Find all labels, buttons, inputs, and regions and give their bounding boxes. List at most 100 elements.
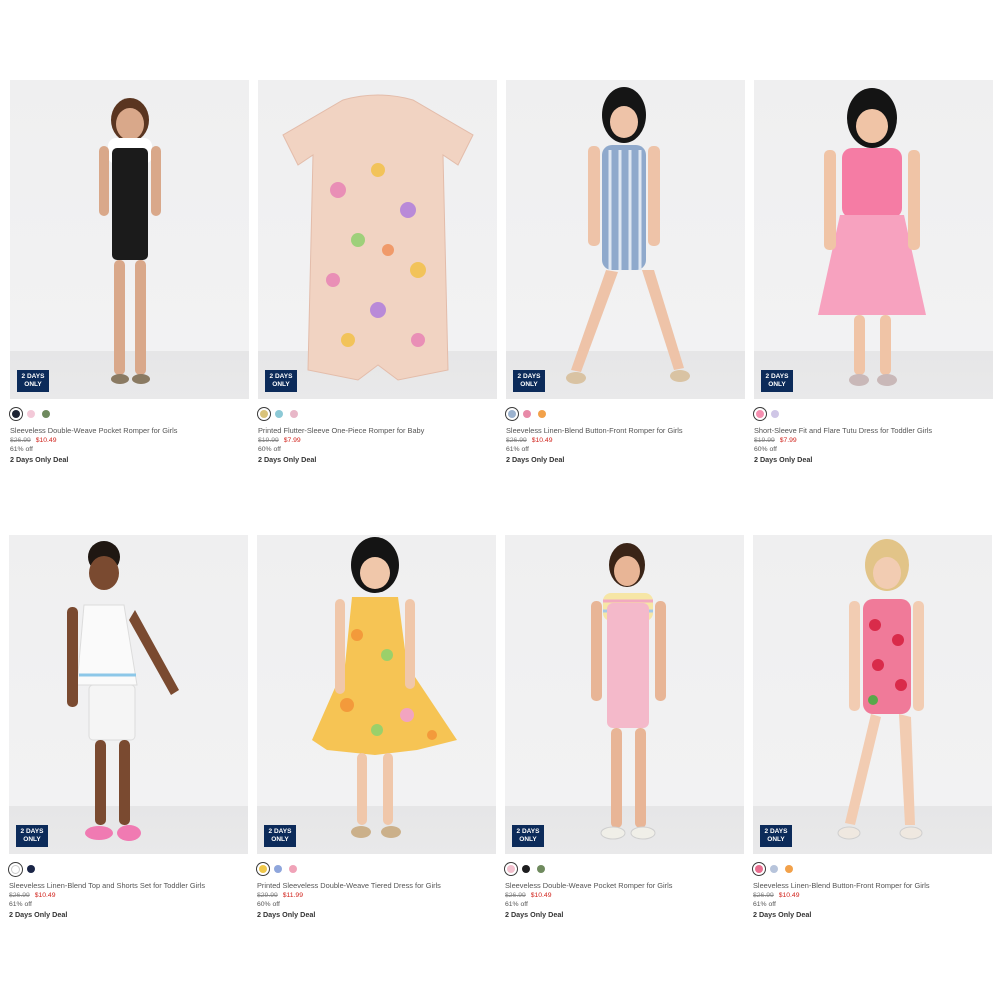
badge-line2: ONLY [519, 835, 537, 843]
color-swatch-cherry-pink[interactable] [755, 865, 763, 873]
two-days-only-badge: 2 DAYS ONLY [760, 825, 792, 847]
discount-text: 61% off [10, 446, 33, 453]
product-image[interactable]: 2 DAYS ONLY [9, 535, 248, 854]
product-name[interactable]: Sleeveless Linen-Blend Button-Front Romp… [506, 426, 745, 435]
discount-text: 60% off [754, 446, 777, 453]
color-swatch-floral-blue[interactable] [275, 410, 283, 418]
color-swatch-stripe-pink[interactable] [290, 410, 298, 418]
product-image[interactable]: 2 DAYS ONLY [754, 80, 993, 399]
sale-price: $10.49 [778, 892, 800, 899]
product-card[interactable]: 2 DAYS ONLY Short-Sleeve Fit and Flare T… [754, 80, 993, 464]
badge-line1: 2 DAYS [517, 373, 541, 380]
product-card[interactable]: 2 DAYS ONLY Printed Sleeveless Double-We… [257, 535, 496, 919]
discount-text: 61% off [505, 901, 528, 908]
deal-label: 2 Days Only Deal [9, 910, 68, 919]
badge-line1: 2 DAYS [516, 828, 540, 835]
badge-line2: ONLY [768, 380, 786, 388]
color-swatches [258, 407, 497, 421]
was-price: $26.99 [9, 892, 30, 899]
product-image[interactable]: 2 DAYS ONLY [257, 535, 496, 854]
discount-text: 61% off [506, 446, 529, 453]
color-swatch-navy[interactable] [12, 410, 20, 418]
color-swatches [9, 862, 248, 876]
product-name[interactable]: Sleeveless Linen-Blend Button-Front Romp… [753, 881, 992, 890]
color-swatch-blue-stripe[interactable] [770, 865, 778, 873]
product-card[interactable]: 2 DAYS ONLY Sleeveless Linen-Blend Butto… [506, 80, 745, 464]
two-days-only-badge: 2 DAYS ONLY [17, 370, 49, 392]
color-swatch-pink[interactable] [27, 410, 35, 418]
badge-line2: ONLY [272, 380, 290, 388]
badge-line2: ONLY [520, 380, 538, 388]
color-swatch-lavender[interactable] [771, 410, 779, 418]
child-in-cherry-print-romper-illustration [837, 539, 924, 840]
color-swatch-yellow-floral[interactable] [259, 865, 267, 873]
color-swatch-green[interactable] [537, 865, 545, 873]
color-swatch-orange-print[interactable] [538, 410, 546, 418]
badge-line2: ONLY [24, 380, 42, 388]
badge-line1: 2 DAYS [269, 373, 293, 380]
badge-line1: 2 DAYS [765, 373, 789, 380]
color-swatch-orange-print[interactable] [785, 865, 793, 873]
was-price: $26.99 [505, 892, 526, 899]
color-swatch-black[interactable] [522, 865, 530, 873]
product-name[interactable]: Printed Sleeveless Double-Weave Tiered D… [257, 881, 496, 890]
product-name[interactable]: Printed Flutter-Sleeve One-Piece Romper … [258, 426, 497, 435]
two-days-only-badge: 2 DAYS ONLY [265, 370, 297, 392]
product-name[interactable]: Sleeveless Double-Weave Pocket Romper fo… [505, 881, 744, 890]
color-swatch-white[interactable] [11, 864, 20, 874]
product-image[interactable]: 2 DAYS ONLY [506, 80, 745, 399]
two-days-only-badge: 2 DAYS ONLY [512, 825, 544, 847]
color-swatches [754, 407, 993, 421]
sale-price: $10.49 [531, 437, 553, 444]
badge-line2: ONLY [767, 835, 785, 843]
color-swatch-blue-stripe[interactable] [508, 410, 516, 418]
discount-text: 61% off [9, 901, 32, 908]
was-price: $29.99 [257, 892, 278, 899]
badge-line2: ONLY [271, 835, 289, 843]
floral-baby-romper-illustration [282, 94, 474, 381]
product-card[interactable]: 2 DAYS ONLY Sleeveless Double-Weave Pock… [505, 535, 744, 919]
color-swatches [10, 407, 249, 421]
product-name[interactable]: Sleeveless Linen-Blend Top and Shorts Se… [9, 881, 248, 890]
product-prices: $19.99 $7.99 [754, 437, 993, 444]
sale-price: $7.99 [283, 437, 301, 444]
color-swatch-pink-print[interactable] [523, 410, 531, 418]
color-swatches [753, 862, 992, 876]
product-card[interactable]: 2 DAYS ONLY Sleeveless Linen-Blend Butto… [753, 535, 992, 919]
product-prices: $29.99 $11.99 [257, 892, 496, 899]
product-prices: $19.99 $7.99 [258, 437, 497, 444]
child-in-black-romper-illustration [99, 98, 161, 384]
product-image[interactable]: 2 DAYS ONLY [10, 80, 249, 399]
product-prices: $26.99 $10.49 [10, 437, 249, 444]
was-price: $19.99 [754, 437, 775, 444]
two-days-only-badge: 2 DAYS ONLY [16, 825, 48, 847]
product-image[interactable]: 2 DAYS ONLY [258, 80, 497, 399]
sale-price: $11.99 [282, 892, 303, 899]
sale-price: $7.99 [779, 437, 797, 444]
two-days-only-badge: 2 DAYS ONLY [761, 370, 793, 392]
product-card[interactable]: 2 DAYS ONLY Sleeveless Double-Weave Pock… [10, 80, 249, 464]
discount-text: 60% off [257, 901, 280, 908]
product-name[interactable]: Short-Sleeve Fit and Flare Tutu Dress fo… [754, 426, 993, 435]
color-swatch-pink[interactable] [756, 410, 764, 418]
child-in-floral-tiered-dress-illustration [312, 537, 457, 838]
deal-label: 2 Days Only Deal [754, 455, 813, 464]
product-image[interactable]: 2 DAYS ONLY [505, 535, 744, 854]
child-in-pink-tutu-dress-illustration [818, 88, 926, 386]
product-image[interactable]: 2 DAYS ONLY [753, 535, 992, 854]
color-swatch-floral-yellow[interactable] [260, 410, 268, 418]
color-swatch-pink-print[interactable] [289, 865, 297, 873]
color-swatch-green[interactable] [42, 410, 50, 418]
product-prices: $26.99 $10.49 [506, 437, 745, 444]
product-card[interactable]: 2 DAYS ONLY Printed Flutter-Sleeve One-P… [258, 80, 497, 464]
color-swatch-blue-floral[interactable] [274, 865, 282, 873]
was-price: $26.99 [506, 437, 527, 444]
product-name[interactable]: Sleeveless Double-Weave Pocket Romper fo… [10, 426, 249, 435]
deal-label: 2 Days Only Deal [257, 910, 316, 919]
sale-price: $10.49 [530, 892, 552, 899]
color-swatch-pink[interactable] [507, 865, 515, 873]
color-swatch-navy[interactable] [27, 865, 35, 873]
badge-line1: 2 DAYS [268, 828, 292, 835]
was-price: $26.99 [10, 437, 31, 444]
product-card[interactable]: 2 DAYS ONLY Sleeveless Linen-Blend Top a… [9, 535, 248, 919]
